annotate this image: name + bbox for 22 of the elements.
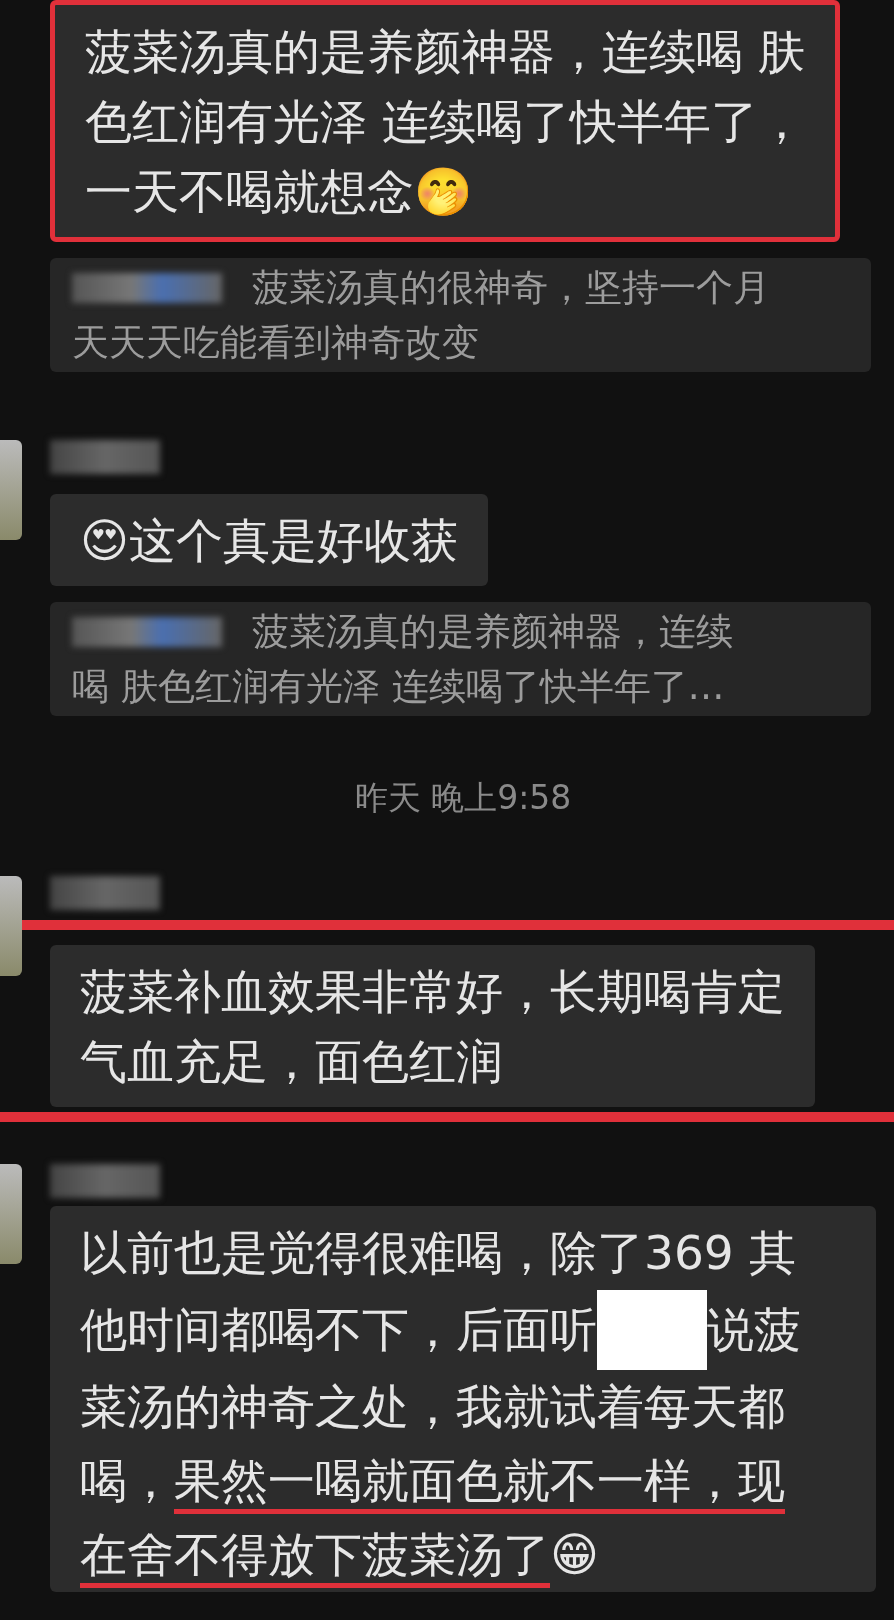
quote-text: 天天天吃能看到神奇改变 xyxy=(72,320,479,366)
message-text: 一天不喝就想念🤭 xyxy=(85,163,473,221)
quote-text: 菠菜汤真的很神奇，坚持一个月 xyxy=(252,265,770,311)
quote-text: 喝 肤色红润有光泽 连续喝了快半年了… xyxy=(72,664,725,710)
timestamp: 昨天 晚上9:58 xyxy=(353,778,573,818)
message-text: 色红润有光泽 连续喝了快半年了， xyxy=(85,93,805,151)
message-text: 菠菜汤真的是养颜神器，连续喝 肤 xyxy=(85,23,805,81)
message-text: 以前也是觉得很难喝，除了369 其 xyxy=(80,1224,796,1282)
message-text: 他时间都喝不下，后面听 xyxy=(80,1301,597,1359)
avatar[interactable] xyxy=(0,876,22,976)
avatar[interactable] xyxy=(0,440,22,540)
quote-text: 菠菜汤真的是养颜神器，连续 xyxy=(252,609,733,655)
message-text: 喝， xyxy=(80,1452,174,1510)
message-text: 菜汤的神奇之处，我就试着每天都 xyxy=(80,1378,785,1436)
message-text: 说菠 xyxy=(707,1301,801,1359)
message-text: 菠菜补血效果非常好，长期喝肯定 xyxy=(80,963,785,1021)
avatar[interactable] xyxy=(0,1164,22,1264)
message-text: 果然一喝就面色就不一样，现 xyxy=(174,1452,785,1510)
message-text: 😁 xyxy=(550,1526,599,1584)
message-text: 气血充足，面色红润 xyxy=(80,1033,503,1091)
message-text: 😍这个真是好收获 xyxy=(80,512,458,570)
message-text: 在舍不得放下菠菜汤了 xyxy=(80,1526,550,1584)
